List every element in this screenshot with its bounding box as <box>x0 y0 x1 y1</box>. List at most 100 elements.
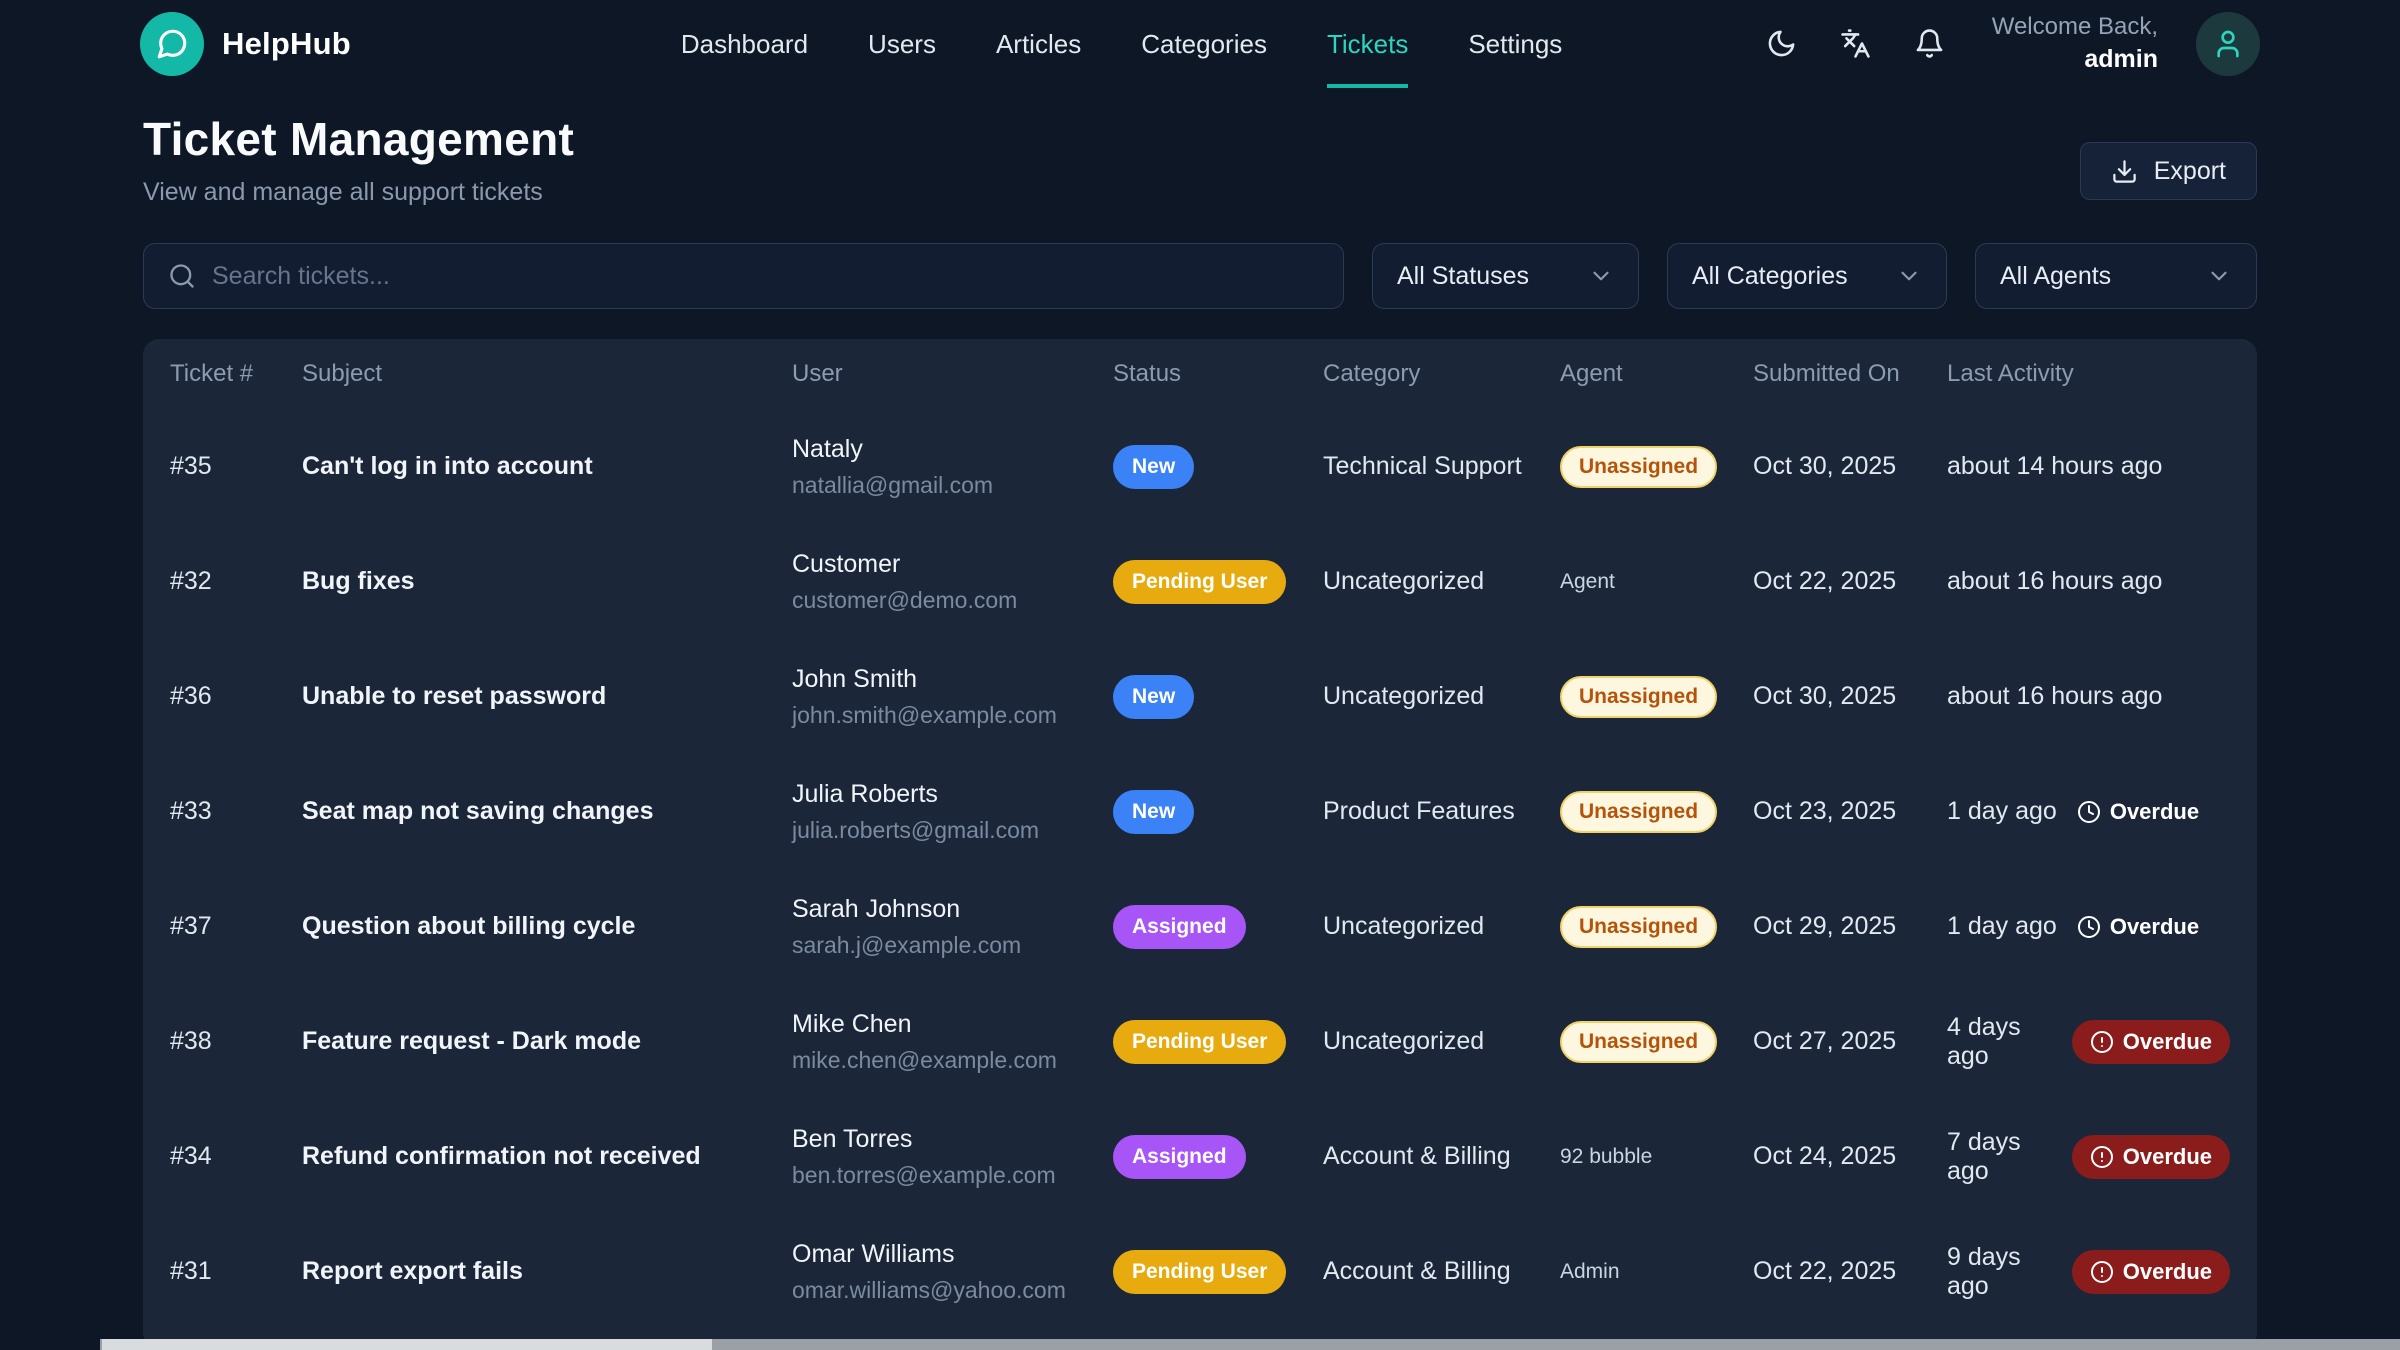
brand[interactable]: HelpHub <box>140 12 351 76</box>
activity-cell: 1 day ago Overdue <box>1947 797 2230 826</box>
agent-badge: Agent <box>1560 570 1615 593</box>
ticket-subject: Bug fixes <box>302 567 792 596</box>
ticket-id: #32 <box>170 567 302 596</box>
search-box <box>143 243 1344 309</box>
main-nav: Dashboard Users Articles Categories Tick… <box>681 0 1562 88</box>
ticket-row[interactable]: #36 Unable to reset password John Smith … <box>143 639 2257 754</box>
user-email: sarah.j@example.com <box>792 932 1113 959</box>
user-cell: Mike Chen mike.chen@example.com <box>792 1010 1113 1074</box>
language-button[interactable] <box>1838 26 1874 62</box>
user-cell: Customer customer@demo.com <box>792 550 1113 614</box>
user-cell: Ben Torres ben.torres@example.com <box>792 1125 1113 1189</box>
app-logo <box>140 12 204 76</box>
nav-item[interactable]: Settings <box>1468 0 1562 88</box>
overdue-indicator: Overdue <box>2072 1250 2230 1294</box>
category-filter[interactable]: All Categories <box>1667 243 1947 309</box>
status-badge: Pending User <box>1113 560 1286 604</box>
notifications-button[interactable] <box>1912 26 1948 62</box>
agent-badge: Unassigned <box>1560 446 1717 488</box>
status-filter[interactable]: All Statuses <box>1372 243 1639 309</box>
ticket-id: #34 <box>170 1142 302 1171</box>
chevron-down-icon <box>1588 263 1614 289</box>
ticket-row[interactable]: #37 Question about billing cycle Sarah J… <box>143 869 2257 984</box>
horizontal-scrollbar[interactable] <box>100 1339 2400 1350</box>
agent-cell: Admin <box>1560 1260 1753 1284</box>
nav-item[interactable]: Categories <box>1141 0 1267 88</box>
alert-circle-icon <box>2090 1260 2114 1284</box>
column-header: Subject <box>302 360 792 388</box>
status-badge: Assigned <box>1113 905 1246 949</box>
overdue-indicator: Overdue <box>2077 799 2199 825</box>
submitted-cell: Oct 22, 2025 <box>1753 567 1947 596</box>
submitted-cell: Oct 27, 2025 <box>1753 1027 1947 1056</box>
activity-cell: 9 days ago Overdue <box>1947 1243 2230 1301</box>
nav-item[interactable]: Articles <box>996 0 1081 88</box>
agent-badge: Unassigned <box>1560 676 1717 718</box>
ticket-row[interactable]: #32 Bug fixes Customer customer@demo.com… <box>143 524 2257 639</box>
ticket-row[interactable]: #38 Feature request - Dark mode Mike Che… <box>143 984 2257 1099</box>
search-icon <box>168 262 196 290</box>
category-cell: Uncategorized <box>1323 567 1560 596</box>
status-cell: Assigned <box>1113 1135 1323 1179</box>
user-name: Nataly <box>792 435 1113 464</box>
category-cell: Technical Support <box>1323 452 1560 481</box>
activity-text: 9 days ago <box>1947 1243 2052 1301</box>
chevron-down-icon <box>2206 263 2232 289</box>
avatar[interactable] <box>2196 12 2260 76</box>
status-badge: Assigned <box>1113 1135 1246 1179</box>
search-input[interactable] <box>212 262 1319 291</box>
submitted-cell: Oct 23, 2025 <box>1753 797 1947 826</box>
activity-text: 4 days ago <box>1947 1013 2052 1071</box>
ticket-row[interactable]: #35 Can't log in into account Nataly nat… <box>143 409 2257 524</box>
agent-filter[interactable]: All Agents <box>1975 243 2257 309</box>
activity-cell: about 16 hours ago <box>1947 567 2230 596</box>
agent-cell: Agent <box>1560 570 1753 594</box>
overdue-label: Overdue <box>2123 1144 2212 1170</box>
agent-cell: Unassigned <box>1560 791 1753 833</box>
ticket-subject: Can't log in into account <box>302 452 792 481</box>
ticket-row[interactable]: #34 Refund confirmation not received Ben… <box>143 1099 2257 1214</box>
clock-icon <box>2077 800 2101 824</box>
overdue-label: Overdue <box>2110 914 2199 940</box>
user-name: Mike Chen <box>792 1010 1113 1039</box>
activity-text: 7 days ago <box>1947 1128 2052 1186</box>
download-icon <box>2111 158 2138 185</box>
nav-item[interactable]: Users <box>868 0 936 88</box>
scrollbar-thumb[interactable] <box>102 1339 712 1350</box>
overdue-indicator: Overdue <box>2077 914 2199 940</box>
agent-cell: Unassigned <box>1560 1021 1753 1063</box>
user-email: natallia@gmail.com <box>792 472 1113 499</box>
nav-item[interactable]: Tickets <box>1327 0 1408 88</box>
chevron-down-icon <box>1896 263 1922 289</box>
submitted-cell: Oct 24, 2025 <box>1753 1142 1947 1171</box>
activity-text: about 16 hours ago <box>1947 567 2162 596</box>
welcome-line: Welcome Back, <box>1992 11 2158 43</box>
ticket-row[interactable]: #31 Report export fails Omar Williams om… <box>143 1214 2257 1329</box>
page-title: Ticket Management <box>143 112 2257 166</box>
dark-mode-toggle[interactable] <box>1764 26 1800 62</box>
category-cell: Product Features <box>1323 797 1560 826</box>
status-filter-value: All Statuses <box>1397 262 1529 291</box>
agent-cell: Unassigned <box>1560 676 1753 718</box>
status-cell: New <box>1113 445 1323 489</box>
category-filter-value: All Categories <box>1692 262 1848 291</box>
export-button[interactable]: Export <box>2080 142 2257 200</box>
user-email: mike.chen@example.com <box>792 1047 1113 1074</box>
ticket-id: #33 <box>170 797 302 826</box>
submitted-cell: Oct 22, 2025 <box>1753 1257 1947 1286</box>
status-badge: New <box>1113 790 1194 834</box>
ticket-row[interactable]: #33 Seat map not saving changes Julia Ro… <box>143 754 2257 869</box>
agent-badge: Unassigned <box>1560 791 1717 833</box>
user-cell: Nataly natallia@gmail.com <box>792 435 1113 499</box>
user-cell: Omar Williams omar.williams@yahoo.com <box>792 1240 1113 1304</box>
activity-text: about 16 hours ago <box>1947 682 2162 711</box>
nav-item[interactable]: Dashboard <box>681 0 808 88</box>
user-name: Omar Williams <box>792 1240 1113 1269</box>
ticket-id: #35 <box>170 452 302 481</box>
agent-badge: Unassigned <box>1560 1021 1717 1063</box>
user-email: julia.roberts@gmail.com <box>792 817 1113 844</box>
user-name: Customer <box>792 550 1113 579</box>
column-header: Category <box>1323 360 1560 388</box>
username: admin <box>1992 43 2158 77</box>
ticket-id: #31 <box>170 1257 302 1286</box>
